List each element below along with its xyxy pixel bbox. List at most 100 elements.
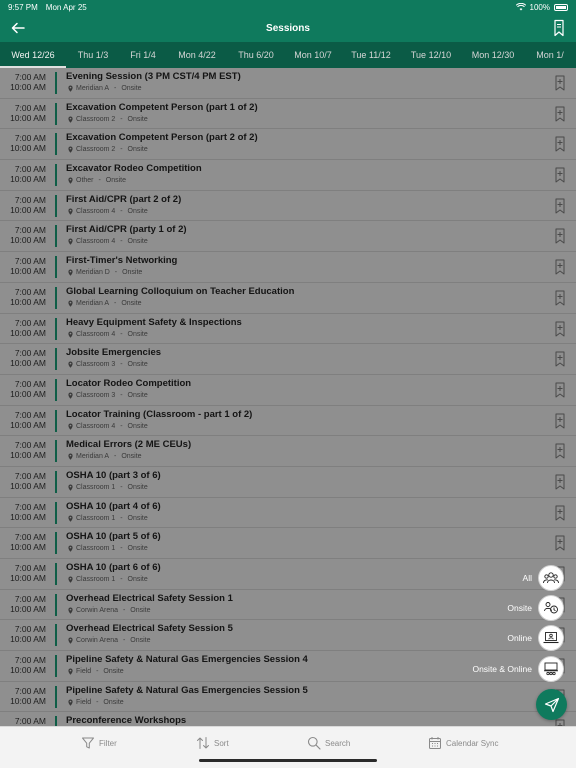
session-mode: Onsite	[122, 269, 143, 277]
location-pin-icon	[68, 607, 73, 614]
search-button[interactable]: Search	[307, 736, 350, 750]
session-row[interactable]: 7:00 AM 10:00 AM OSHA 10 (part 3 of 6) Clas…	[0, 467, 576, 498]
fab-option-onsite[interactable]: Onsite	[507, 595, 564, 621]
session-row[interactable]: 7:00 AM 10:00 AM OSHA 10 (part 4 of 6) Clas…	[0, 498, 576, 529]
session-title: Evening Session (3 PM CST/4 PM EST)	[66, 71, 241, 82]
bookmark-icon[interactable]	[554, 75, 566, 91]
bookmark-icon[interactable]	[554, 413, 566, 429]
bookmark-icon[interactable]	[554, 351, 566, 367]
session-row[interactable]: 7:00 AM 10:00 AM First-Timer's Networking M…	[0, 252, 576, 283]
session-mode: Onsite	[103, 668, 124, 676]
tab-date[interactable]: Mon 12/30	[462, 42, 524, 68]
bookmark-icon[interactable]	[554, 290, 566, 306]
home-indicator	[199, 759, 377, 762]
tab-date[interactable]: Tue 11/12	[342, 42, 400, 68]
bookmark-list-icon[interactable]	[552, 19, 566, 37]
bookmark-icon[interactable]	[554, 505, 566, 521]
session-mode: Onsite	[127, 545, 148, 553]
bookmark-icon[interactable]	[554, 259, 566, 275]
fab-option-online[interactable]: Online	[507, 625, 564, 651]
location-pin-icon	[68, 238, 73, 246]
session-row[interactable]: 7:00 AM 10:00 AM OSHA 10 (part 6 of 6) Clas…	[0, 559, 576, 590]
tab-date[interactable]: Mon 1/	[524, 42, 576, 68]
session-row[interactable]: 7:00 AM 10:00 AM Global Learning Colloquiu…	[0, 283, 576, 314]
session-row[interactable]: 7:00 AM 10:00 AM OSHA 10 (part 5 of 6) Clas…	[0, 528, 576, 559]
session-end-time: 10:00 AM	[10, 204, 46, 215]
bookmark-icon[interactable]	[554, 198, 566, 214]
app-frame: 9:57 PM Mon Apr 25 100% Sessions Wed 12/…	[0, 0, 576, 768]
session-row[interactable]: 7:00 AM 10:00 AM Excavation Competent Pers…	[0, 99, 576, 130]
session-meta: Field - Onsite	[68, 699, 124, 706]
session-start-time: 7:00 AM	[14, 440, 46, 451]
session-end-time: 10:00 AM	[10, 634, 46, 645]
hybrid-icon[interactable]	[538, 656, 564, 682]
session-row[interactable]: 7:00 AM 10:00 AM Medical Errors (2 ME CEUs…	[0, 436, 576, 467]
session-mode: Onsite	[127, 361, 148, 369]
session-divider	[55, 378, 57, 401]
sort-button[interactable]: Sort	[196, 736, 229, 750]
session-start-time: 7:00 AM	[14, 501, 46, 512]
people-location-icon[interactable]	[538, 595, 564, 621]
location-pin-icon	[68, 116, 73, 123]
session-time: 7:00 AM 10:00 AM	[0, 195, 46, 215]
fab-option-onsite-online[interactable]: Onsite & Online	[472, 656, 564, 682]
group-icon[interactable]	[538, 565, 564, 591]
bookmark-icon[interactable]	[554, 382, 566, 398]
bookmark-icon[interactable]	[554, 443, 566, 459]
session-row[interactable]: 7:00 AM 10:00 AM Jobsite Emergencies Classr…	[0, 344, 576, 375]
session-location: Classroom 1	[76, 545, 116, 553]
back-arrow-icon[interactable]	[10, 20, 26, 36]
calendar-sync-button[interactable]: Calendar Sync	[428, 736, 498, 750]
session-mode: Onsite	[127, 391, 148, 399]
tab-date[interactable]: Thu 6/20	[228, 42, 284, 68]
meta-separator: -	[118, 545, 125, 553]
bookmark-icon[interactable]	[554, 321, 566, 337]
session-start-time: 7:00 AM	[14, 409, 46, 420]
fab-option-all[interactable]: All	[523, 565, 564, 591]
tab-date[interactable]: Mon 4/22	[166, 42, 228, 68]
tab-date[interactable]: Mon 10/7	[284, 42, 342, 68]
session-row[interactable]: 7:00 AM 10:00 AM Overhead Electrical Safet…	[0, 620, 576, 652]
tab-date[interactable]: Tue 12/10	[400, 42, 462, 68]
filter-button[interactable]: Filter	[81, 736, 117, 750]
meta-separator: -	[96, 177, 103, 185]
meta-separator: -	[121, 637, 128, 645]
session-row[interactable]: 7:00 AM 10:00 AM Heavy Equipment Safety & …	[0, 314, 576, 345]
fab-option-label: Onsite & Online	[472, 664, 532, 674]
session-row[interactable]: 7:00 AM 10:00 AM Locator Rodeo Competition…	[0, 375, 576, 406]
date-tabs: Wed 12/26 Thu 1/3 Fri 1/4 Mon 4/22 Thu 6/20 M…	[0, 42, 576, 68]
session-title: Locator Rodeo Competition	[66, 377, 192, 389]
bookmark-icon[interactable]	[554, 535, 566, 551]
bookmark-icon[interactable]	[554, 228, 566, 244]
session-title: First Aid/CPR (part 2 of 2)	[66, 193, 182, 205]
session-row[interactable]: 7:00 AM 10:00 AM First Aid/CPR (party 1 of…	[0, 221, 576, 253]
tab-date[interactable]: Thu 1/3	[66, 42, 120, 68]
session-row[interactable]: 7:00 AM 10:00 AM Excavation Competent Pers…	[0, 129, 576, 161]
bookmark-icon[interactable]	[554, 106, 566, 122]
session-meta: Meridian A - Onsite	[68, 85, 142, 92]
session-row[interactable]: 7:00 AM 10:00 AM Locator Training (Classro…	[0, 406, 576, 437]
session-start-time: 7:00 AM	[14, 532, 46, 543]
bookmark-icon[interactable]	[554, 474, 566, 490]
session-meta: Classroom 3 - Onsite	[68, 392, 148, 399]
session-location: Field	[76, 698, 92, 706]
meta-separator: -	[118, 391, 125, 399]
meta-separator: -	[118, 146, 125, 154]
session-end-time: 10:00 AM	[10, 388, 46, 399]
session-row[interactable]: 7:00 AM 10:00 AM First Aid/CPR (part 2 of …	[0, 191, 576, 222]
session-row[interactable]: 7:00 AM 10:00 AM Overhead Electrical Safet…	[0, 590, 576, 621]
bookmark-icon[interactable]	[554, 167, 566, 183]
bookmark-icon[interactable]	[554, 136, 566, 152]
tab-date[interactable]: Fri 1/4	[120, 42, 166, 68]
session-row[interactable]: 7:00 AM Preconference Workshops	[0, 712, 576, 726]
session-meta: Corwin Arena - Onsite	[68, 607, 151, 614]
session-row[interactable]: 7:00 AM 10:00 AM Excavator Rodeo Competiti…	[0, 160, 576, 191]
session-start-time: 7:00 AM	[14, 593, 46, 604]
tab-date[interactable]: Wed 12/26	[0, 42, 66, 68]
session-row[interactable]: 7:00 AM 10:00 AM Evening Session (3 PM CST…	[0, 68, 576, 99]
fab-option-label: Onsite	[507, 603, 532, 613]
fab-option-label: Online	[507, 633, 532, 643]
filter-fab-button[interactable]	[536, 689, 567, 720]
session-row[interactable]: 7:00 AM 10:00 AM Pipeline Safety & Natural…	[0, 682, 576, 713]
laptop-user-icon[interactable]	[538, 625, 564, 651]
